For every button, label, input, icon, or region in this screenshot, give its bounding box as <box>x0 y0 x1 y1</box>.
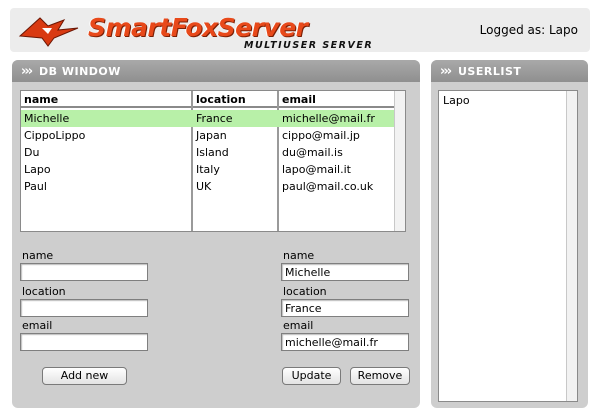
remove-button[interactable]: Remove <box>350 367 410 385</box>
column-header-location[interactable]: location <box>196 93 246 106</box>
db-window-header: ››› DB WINDOW <box>12 60 420 82</box>
cell-name: CippoLippo <box>24 129 86 142</box>
add-email-input[interactable] <box>20 333 148 351</box>
edit-location-label: location <box>283 285 327 298</box>
cell-email: cippo@mail.jp <box>282 129 360 142</box>
cell-name: Du <box>24 146 40 159</box>
cell-email: lapo@mail.it <box>282 163 351 176</box>
table-row[interactable]: Michelle France michelle@mail.fr <box>21 110 395 127</box>
table-row[interactable]: Paul UK paul@mail.co.uk <box>21 178 395 195</box>
cell-email: du@mail.is <box>282 146 343 159</box>
table-row[interactable]: CippoLippo Japan cippo@mail.jp <box>21 127 395 144</box>
cell-location: Island <box>196 146 229 159</box>
cell-location: France <box>196 112 233 125</box>
user-list[interactable]: Lapo <box>438 90 578 402</box>
cell-location: Italy <box>196 163 220 176</box>
double-chevron-right-icon: ››› <box>21 64 33 79</box>
column-header-name[interactable]: name <box>24 93 58 106</box>
cell-location: UK <box>196 180 212 193</box>
logo-subtitle: MULTIUSER SERVER <box>244 40 374 51</box>
table-header: name location email <box>21 91 395 108</box>
add-new-button[interactable]: Add new <box>42 367 127 385</box>
edit-name-input[interactable]: Michelle <box>281 263 409 281</box>
userlist-title: USERLIST <box>458 65 522 78</box>
cell-name: Lapo <box>24 163 51 176</box>
logo-text: SmartFoxServer <box>88 13 308 42</box>
edit-location-input[interactable]: France <box>281 299 409 317</box>
db-window-title: DB WINDOW <box>39 65 121 78</box>
user-list-item[interactable]: Lapo <box>443 94 470 107</box>
double-chevron-right-icon: ››› <box>440 64 452 79</box>
logged-as-label: Logged as: Lapo <box>479 23 578 37</box>
table-row[interactable]: Lapo Italy lapo@mail.it <box>21 161 395 178</box>
add-location-input[interactable] <box>20 299 148 317</box>
add-name-input[interactable] <box>20 263 148 281</box>
edit-email-label: email <box>283 319 314 332</box>
column-header-email[interactable]: email <box>282 93 316 106</box>
records-table[interactable]: name location email Michelle France mich… <box>20 90 406 232</box>
userlist-scrollbar[interactable] <box>566 91 577 401</box>
edit-email-input[interactable]: michelle@mail.fr <box>281 333 409 351</box>
table-scrollbar[interactable] <box>394 91 405 231</box>
cell-location: Japan <box>196 129 227 142</box>
cell-name: Paul <box>24 180 47 193</box>
add-email-label: email <box>22 319 53 332</box>
db-window-panel: ››› DB WINDOW name location email Michel… <box>12 60 420 408</box>
smartfoxserver-logo: SmartFoxServer MULTIUSER SERVER <box>18 12 378 52</box>
userlist-header: ››› USERLIST <box>431 60 588 82</box>
app-header: SmartFoxServer MULTIUSER SERVER Logged a… <box>10 8 590 52</box>
edit-name-label: name <box>283 249 315 262</box>
userlist-panel: ››› USERLIST Lapo <box>431 60 588 408</box>
fox-logo-icon <box>18 17 79 47</box>
add-location-label: location <box>22 285 66 298</box>
cell-email: paul@mail.co.uk <box>282 180 374 193</box>
update-button[interactable]: Update <box>282 367 341 385</box>
add-name-label: name <box>22 249 54 262</box>
table-row[interactable]: Du Island du@mail.is <box>21 144 395 161</box>
cell-name: Michelle <box>24 112 70 125</box>
cell-email: michelle@mail.fr <box>282 112 375 125</box>
